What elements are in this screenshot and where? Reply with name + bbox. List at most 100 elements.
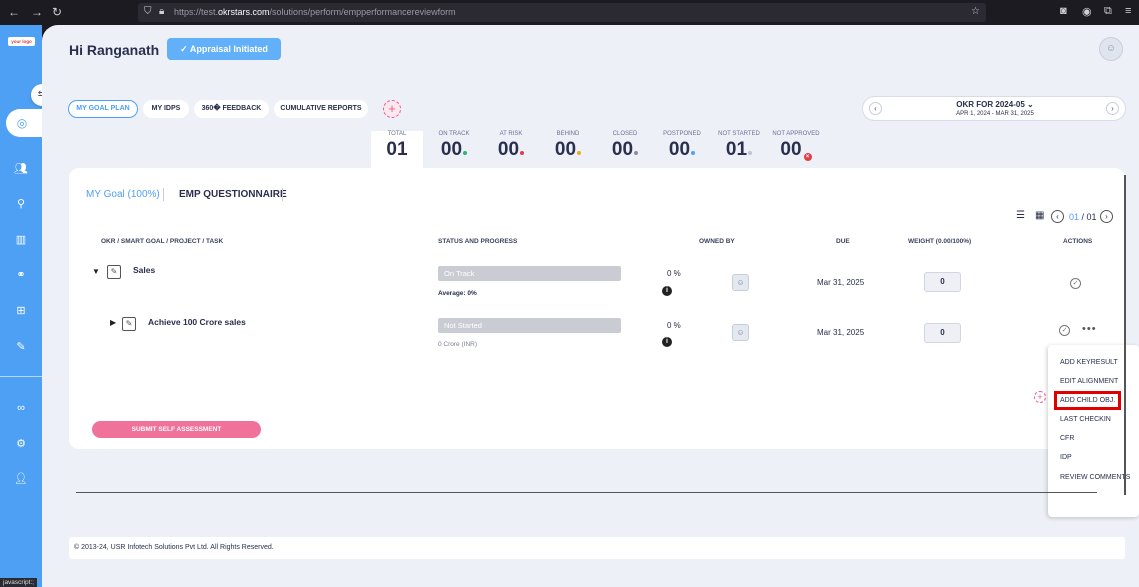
logo: your logo bbox=[8, 37, 35, 46]
add-tab-button[interactable]: + bbox=[383, 100, 401, 118]
okr-period-range: APR 1, 2024 - MAR 31, 2025 bbox=[956, 111, 1034, 117]
check-circle-icon[interactable]: ✓ bbox=[1059, 325, 1070, 336]
menu-item-last-checkin[interactable]: LAST CHECKIN bbox=[1060, 416, 1111, 423]
owner-avatar[interactable]: ☺ bbox=[732, 324, 749, 341]
stat-postponed[interactable]: POSTPONED 00 bbox=[656, 131, 708, 169]
list-view-icon[interactable]: ☰ bbox=[1016, 210, 1025, 221]
stat-total[interactable]: TOTAL 01 bbox=[371, 131, 423, 169]
progress-percent: 0 % bbox=[667, 269, 681, 278]
copyright-text: © 2013-24, USR Infotech Solutions Pvt Lt… bbox=[74, 544, 274, 551]
stat-label: CLOSED bbox=[612, 131, 638, 137]
column-header-actions: ACTIONS bbox=[1063, 238, 1093, 245]
progress-average: Average: 0% bbox=[438, 290, 477, 297]
sidebar-item-team[interactable]: 👥︎ bbox=[14, 162, 28, 176]
url-text: https://test.okrstars.com/solutions/perf… bbox=[174, 7, 456, 17]
stat-value: 00 bbox=[599, 139, 651, 161]
tab-my-goal-plan[interactable]: MY GOAL PLAN bbox=[68, 100, 138, 118]
next-page-icon[interactable]: › bbox=[1100, 210, 1113, 223]
stat-on-track[interactable]: ON TRACK 00 bbox=[428, 131, 480, 169]
footer: © 2013-24, USR Infotech Solutions Pvt Lt… bbox=[69, 537, 1125, 559]
menu-item-add-keyresult[interactable]: ADD KEYRESULT bbox=[1060, 359, 1118, 366]
tab-360-feedback[interactable]: 360� FEEDBACK bbox=[194, 100, 269, 118]
due-date: Mar 31, 2025 bbox=[817, 278, 865, 287]
appraisal-status-button[interactable]: ✓ Appraisal Initiated bbox=[167, 38, 281, 60]
status-dot bbox=[463, 151, 468, 155]
stat-label: NOT APPROVED bbox=[772, 131, 820, 137]
stat-at-risk[interactable]: AT RISK 00 bbox=[485, 131, 537, 169]
menu-item-idp[interactable]: IDP bbox=[1060, 454, 1072, 461]
reload-icon[interactable]: ↻ bbox=[52, 5, 62, 19]
shield-icon[interactable]: ⛉ bbox=[144, 6, 152, 17]
status-dot bbox=[691, 151, 696, 155]
url-bar[interactable]: ⛉ 🔒︎ https://test.okrstars.com/solutions… bbox=[138, 3, 986, 22]
stat-not-approved[interactable]: NOT APPROVED 00 × bbox=[768, 131, 824, 169]
grid-view-icon[interactable]: ▦ bbox=[1035, 210, 1044, 221]
sidebar-item-integrations[interactable]: ∞ bbox=[14, 401, 28, 415]
sidebar-item-handshake[interactable]: ⚭ bbox=[14, 268, 28, 282]
stat-label: NOT STARTED bbox=[718, 131, 760, 137]
okr-period-title: OKR FOR 2024-05 ⌄ bbox=[956, 100, 1034, 109]
menu-item-add-child-obj[interactable]: ADD CHILD OBJ. bbox=[1053, 391, 1122, 410]
collapse-caret-icon[interactable]: ▼ bbox=[92, 267, 100, 276]
menu-item-edit-alignment[interactable]: EDIT ALIGNMENT bbox=[1060, 378, 1118, 385]
info-icon[interactable]: i bbox=[662, 337, 672, 347]
next-period-icon[interactable]: › bbox=[1106, 102, 1119, 115]
more-actions-icon[interactable]: ••• bbox=[1082, 323, 1097, 335]
stat-value: 00 bbox=[656, 139, 708, 161]
pocket-icon[interactable]: ◙ bbox=[1060, 5, 1067, 17]
add-child-icon[interactable]: + bbox=[1034, 391, 1046, 403]
tab-my-idps[interactable]: MY IDPS bbox=[143, 100, 189, 118]
prev-page-icon[interactable]: ‹ bbox=[1051, 210, 1064, 223]
weight-input[interactable]: 0 bbox=[924, 323, 961, 343]
chevron-down-icon[interactable]: ⌄ bbox=[1027, 100, 1034, 109]
gear-icon: ⚙ bbox=[16, 438, 26, 450]
goal-title[interactable]: Achieve 100 Crore sales bbox=[148, 317, 246, 327]
goal-title[interactable]: Sales bbox=[133, 265, 155, 275]
stat-behind[interactable]: BEHIND 00 bbox=[542, 131, 594, 169]
weight-input[interactable]: 0 bbox=[924, 272, 961, 292]
sidebar-item-book[interactable]: ▥ bbox=[14, 233, 28, 247]
submit-self-assessment-button[interactable]: SUBMIT SELF ASSESSMENT bbox=[92, 421, 261, 438]
tab-cumulative-reports[interactable]: CUMULATIVE REPORTS bbox=[274, 100, 368, 118]
sidebar-item-hierarchy[interactable]: ⚲ bbox=[14, 197, 28, 211]
okr-period-selector[interactable]: ‹ OKR FOR 2024-05 ⌄ APR 1, 2024 - MAR 31… bbox=[862, 96, 1126, 121]
progress-bar[interactable]: Not Started bbox=[438, 318, 621, 333]
stat-value: 00 bbox=[485, 139, 537, 161]
stat-not-started[interactable]: NOT STARTED 01 bbox=[713, 131, 765, 169]
progress-percent: 0 % bbox=[667, 321, 681, 330]
scrollbar[interactable] bbox=[1124, 175, 1126, 495]
status-dot bbox=[577, 151, 582, 155]
column-header-status: STATUS AND PROGRESS bbox=[438, 238, 518, 245]
goal-card: MY Goal (100%) EMP QUESTIONNAIRE ☰ ▦ ‹ 0… bbox=[69, 168, 1125, 449]
avatar[interactable]: ☺ bbox=[1099, 37, 1123, 61]
menu-icon[interactable]: ≡ bbox=[1125, 5, 1131, 17]
sidebar-item-dashboard[interactable]: ◎ bbox=[6, 109, 42, 137]
progress-bar[interactable]: On Track bbox=[438, 266, 621, 281]
bookmark-star-icon[interactable]: ☆ bbox=[971, 6, 980, 17]
expand-caret-icon[interactable]: ▶ bbox=[110, 318, 116, 327]
handshake-icon: ⚭ bbox=[16, 269, 26, 281]
forward-icon[interactable]: → bbox=[31, 5, 43, 19]
owner-avatar[interactable]: ☺ bbox=[732, 274, 749, 291]
menu-item-review-comments[interactable]: REVIEW COMMENTS bbox=[1060, 474, 1130, 481]
objective-icon: ✎ bbox=[107, 265, 121, 279]
sidebar-item-reports[interactable]: ✎ bbox=[14, 340, 28, 354]
account-icon[interactable]: ◉ bbox=[1082, 5, 1092, 18]
sidebar-item-profile[interactable]: 👤︎ bbox=[14, 472, 28, 486]
stat-closed[interactable]: CLOSED 00 bbox=[599, 131, 651, 169]
extensions-icon[interactable]: ⧉ bbox=[1104, 5, 1112, 18]
close-circle-icon: × bbox=[803, 153, 812, 161]
hierarchy-icon: ⚲ bbox=[16, 198, 26, 210]
tab-my-goal[interactable]: MY Goal (100%) bbox=[86, 189, 160, 200]
page-title: Hi Ranganath bbox=[69, 42, 160, 58]
browser-toolbar: ← → ↻ ⛉ 🔒︎ https://test.okrstars.com/sol… bbox=[0, 0, 1139, 25]
menu-item-cfr[interactable]: CFR bbox=[1060, 435, 1074, 442]
info-icon[interactable]: i bbox=[662, 286, 672, 296]
tab-emp-questionnaire[interactable]: EMP QUESTIONNAIRE bbox=[179, 189, 287, 200]
sidebar-item-org-chart[interactable]: ⊞ bbox=[14, 304, 28, 318]
sidebar-item-settings[interactable]: ⚙ bbox=[14, 437, 28, 451]
back-icon[interactable]: ← bbox=[8, 5, 20, 19]
check-circle-icon[interactable]: ✓ bbox=[1070, 278, 1081, 289]
tab-divider bbox=[282, 188, 283, 201]
appraisal-status-label: Appraisal Initiated bbox=[189, 44, 268, 54]
